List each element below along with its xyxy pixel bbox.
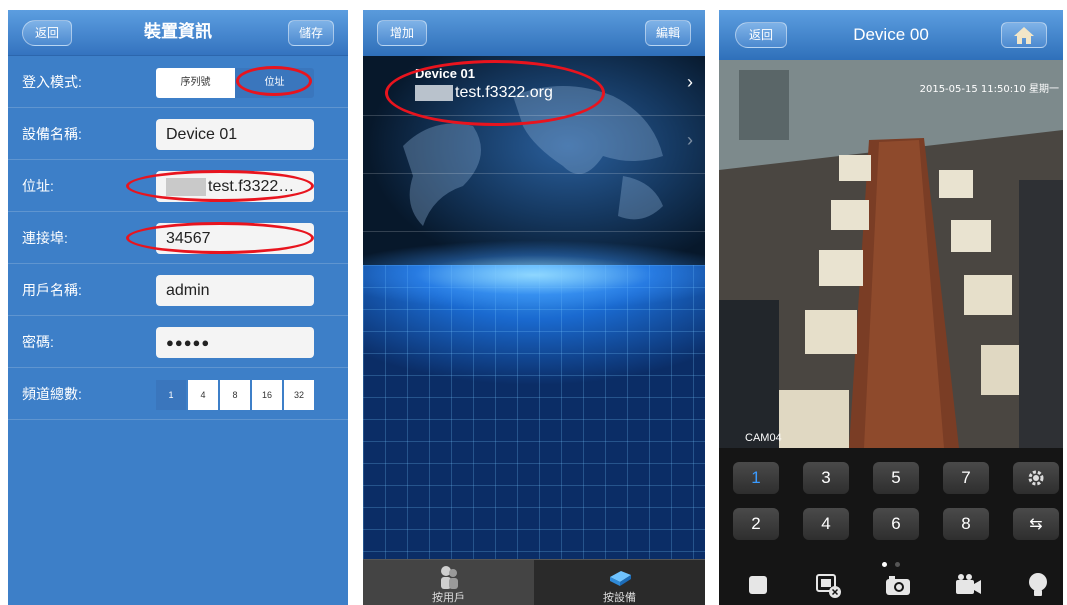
- horizon-glow: [363, 240, 705, 310]
- settings-key[interactable]: [1013, 462, 1059, 494]
- login-mode-address[interactable]: 位址: [235, 68, 314, 98]
- channel-key-4[interactable]: 4: [803, 508, 849, 540]
- camera-video-feed[interactable]: 2015-05-15 11:50:10 星期一 CAM04: [719, 60, 1063, 448]
- device-address-value: test.f3322.org: [455, 84, 553, 101]
- password-row: 密碼: ●●●●●: [8, 316, 348, 368]
- channel-option-1[interactable]: 1: [156, 380, 186, 410]
- tab-bar: 按用戶 按設備: [363, 559, 705, 605]
- device-icon: [609, 571, 631, 586]
- gear-icon: [1028, 470, 1044, 486]
- channel-key-2[interactable]: 2: [733, 508, 779, 540]
- login-mode-serial[interactable]: 序列號: [156, 68, 235, 98]
- username-field[interactable]: admin: [156, 275, 314, 306]
- chevron-right-icon[interactable]: ›: [687, 72, 693, 93]
- login-mode-segment: 序列號 位址: [156, 68, 314, 98]
- password-field[interactable]: ●●●●●: [156, 327, 314, 358]
- channel-option-32[interactable]: 32: [284, 380, 314, 410]
- camera-label: CAM04: [745, 432, 782, 444]
- channel-keypad: 1 3 5 7 2 4 6 8 ⇆: [719, 448, 1063, 605]
- redacted-block: [415, 84, 453, 101]
- live-view-screen: 返回 Device 00 2015-05-15 11:50:10 星期一 CAM…: [719, 10, 1063, 605]
- edit-button[interactable]: 編輯: [645, 20, 691, 46]
- tab-by-user[interactable]: 按用戶: [363, 559, 534, 605]
- close-video-icon[interactable]: [813, 570, 843, 600]
- switch-key[interactable]: ⇆: [1013, 508, 1059, 540]
- save-button[interactable]: 儲存: [288, 20, 334, 46]
- home-button[interactable]: [1001, 22, 1047, 48]
- device-info-screen: 返回 裝置資訊 儲存 登入模式: 序列號 位址 設備名稱: Device 01 …: [8, 10, 348, 605]
- device-list-screen: 增加 編輯 Device 01 test.f3322.org › › 按用戶 按…: [363, 10, 705, 605]
- channels-label: 頻道總數:: [22, 386, 82, 402]
- tab-by-user-label: 按用戶: [432, 592, 465, 604]
- nav-bar: 返回 裝置資訊 儲存: [8, 10, 348, 56]
- channel-key-7[interactable]: 7: [943, 462, 989, 494]
- channel-option-4[interactable]: 4: [188, 380, 218, 410]
- port-field[interactable]: 34567: [156, 223, 314, 254]
- channel-key-5[interactable]: 5: [873, 462, 919, 494]
- channels-segment: 1 4 8 16 32: [156, 380, 314, 410]
- snapshot-icon[interactable]: [883, 570, 913, 600]
- channel-option-16[interactable]: 16: [252, 380, 282, 410]
- device-name-field[interactable]: Device 01: [156, 119, 314, 150]
- username-row: 用戶名稱: admin: [8, 264, 348, 316]
- swap-arrows-icon: ⇆: [1029, 516, 1043, 533]
- address-field[interactable]: test.f3322…: [156, 171, 314, 202]
- channel-option-8[interactable]: 8: [220, 380, 250, 410]
- redacted-block: [166, 177, 206, 196]
- tab-by-device-label: 按設備: [603, 592, 636, 604]
- username-label: 用戶名稱:: [22, 282, 82, 298]
- light-icon[interactable]: [1023, 570, 1053, 600]
- page-dot: [895, 562, 900, 567]
- port-row: 連接埠: 34567: [8, 212, 348, 264]
- record-icon[interactable]: [953, 570, 983, 600]
- list-item[interactable]: Device 01 test.f3322.org ›: [363, 58, 705, 116]
- list-item: [363, 174, 705, 232]
- nav-bar: 增加 編輯: [363, 10, 705, 56]
- channels-row: 頻道總數: 1 4 8 16 32: [8, 368, 348, 420]
- address-row: 位址: test.f3322…: [8, 160, 348, 212]
- list-item: ›: [363, 116, 705, 174]
- chevron-right-icon: ›: [687, 130, 693, 150]
- login-mode-label: 登入模式:: [22, 74, 82, 90]
- device-name-label: 設備名稱:: [22, 126, 82, 142]
- tab-by-device[interactable]: 按設備: [534, 559, 705, 605]
- channel-key-1[interactable]: 1: [733, 462, 779, 494]
- nav-bar: 返回 Device 00: [719, 10, 1063, 60]
- port-label: 連接埠:: [22, 230, 68, 246]
- login-mode-row: 登入模式: 序列號 位址: [8, 56, 348, 108]
- channel-key-6[interactable]: 6: [873, 508, 919, 540]
- add-button[interactable]: 增加: [377, 20, 427, 46]
- channel-key-3[interactable]: 3: [803, 462, 849, 494]
- address-label: 位址:: [22, 178, 54, 194]
- home-icon: [1014, 27, 1034, 44]
- device-address: test.f3322.org: [415, 84, 553, 102]
- users-icon: [440, 566, 458, 589]
- password-label: 密碼:: [22, 334, 54, 350]
- video-timestamp: 2015-05-15 11:50:10 星期一: [919, 84, 1059, 95]
- page-dot-active: [882, 562, 887, 567]
- device-name-row: 設備名稱: Device 01: [8, 108, 348, 160]
- address-value: test.f3322…: [208, 178, 295, 195]
- device-name: Device 01: [415, 66, 475, 81]
- stop-icon[interactable]: [743, 570, 773, 600]
- office-scene-graphic: [719, 60, 1063, 448]
- channel-key-8[interactable]: 8: [943, 508, 989, 540]
